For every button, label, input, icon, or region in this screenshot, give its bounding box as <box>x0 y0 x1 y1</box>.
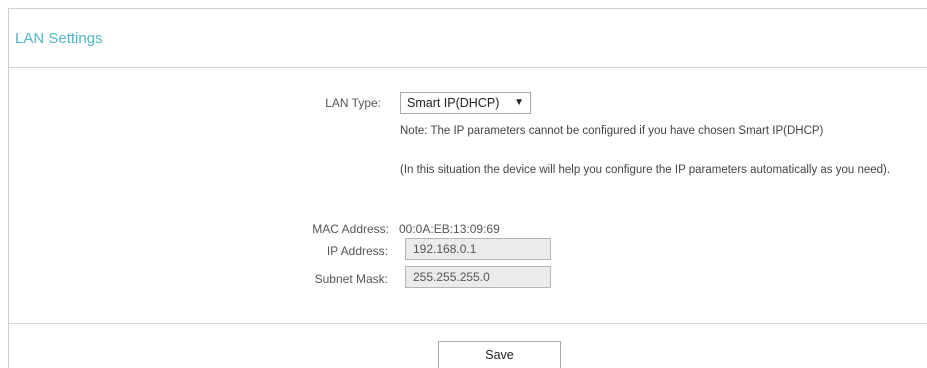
footer-divider <box>9 323 927 324</box>
panel-title: LAN Settings <box>15 30 103 47</box>
ip-address-field[interactable] <box>405 238 551 260</box>
subnet-mask-label: Subnet Mask: <box>314 272 388 286</box>
mac-address-value: 00:0A:EB:13:09:69 <box>399 222 500 236</box>
title-divider <box>9 67 927 68</box>
note-line-1: Note: The IP parameters cannot be config… <box>400 125 824 137</box>
page: LAN Settings LAN Type: Smart IP(DHCP) ▼ … <box>0 0 927 368</box>
caret-down-icon: ▼ <box>514 97 524 108</box>
mac-address-label: MAC Address: <box>312 222 389 236</box>
subnet-mask-field[interactable] <box>405 266 551 288</box>
save-button[interactable]: Save <box>438 341 561 368</box>
lan-settings-panel: LAN Settings LAN Type: Smart IP(DHCP) ▼ … <box>8 8 927 368</box>
note-line-2: (In this situation the device will help … <box>400 164 891 176</box>
lan-type-selected-value: Smart IP(DHCP) <box>407 96 500 110</box>
lan-type-label: LAN Type: <box>325 96 381 110</box>
lan-type-select[interactable]: Smart IP(DHCP) ▼ <box>400 92 531 114</box>
ip-address-label: IP Address: <box>326 244 388 258</box>
